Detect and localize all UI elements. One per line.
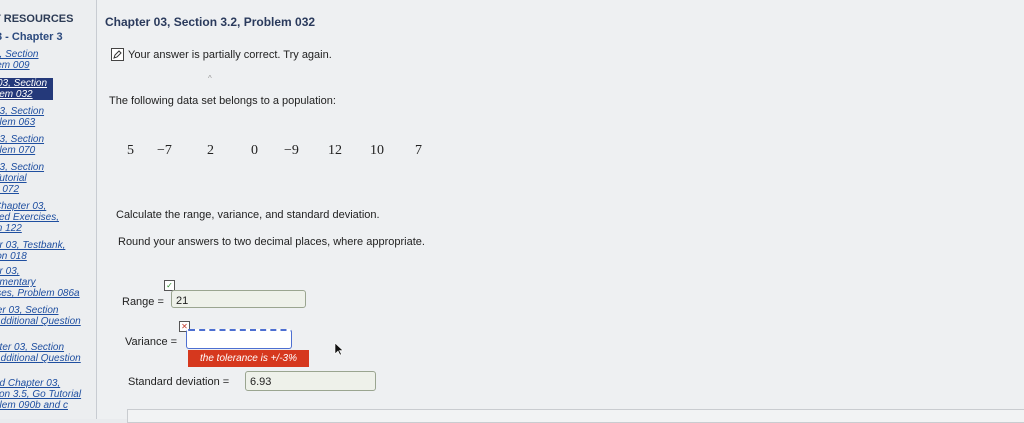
- sidebar-item[interactable]: er 03, ementary ises, Problem 086a: [0, 266, 90, 299]
- answer-status: Your answer is partially correct. Try ag…: [111, 48, 332, 61]
- instruction-round: Round your answers to two decimal places…: [118, 236, 425, 248]
- next-section-box: [127, 409, 1024, 423]
- data-set: 5 −7 2 0 −9 12 10 7: [127, 143, 457, 163]
- sidebar-item[interactable]: er 03, Testbank, ion 018: [0, 240, 90, 262]
- range-input[interactable]: [172, 293, 305, 309]
- sidebar-item[interactable]: ter 03, Section Additional Question: [0, 305, 90, 327]
- data-value: 12: [328, 143, 342, 158]
- data-value: 7: [415, 143, 422, 158]
- variance-label: Variance =: [125, 336, 178, 348]
- mouse-pointer-icon: [334, 342, 344, 361]
- problem-panel: Chapter 03, Section 3.2, Problem 032 You…: [97, 0, 1024, 423]
- std-dev-label: Standard deviation =: [128, 376, 230, 388]
- data-value: 5: [127, 143, 134, 158]
- sidebar-item[interactable]: Chapter 03, ced Exercises, m 122: [0, 201, 90, 234]
- instruction-calculate: Calculate the range, variance, and stand…: [116, 209, 380, 221]
- variance-field[interactable]: [186, 329, 292, 350]
- data-value: 10: [370, 143, 384, 158]
- tolerance-tooltip: the tolerance is +/-3%: [188, 350, 309, 367]
- data-value: −9: [284, 143, 299, 158]
- sidebar-item[interactable]: 03, Section Tutorial n 072: [0, 162, 90, 195]
- sidebar-chapter-link[interactable]: 3 - Chapter 3: [0, 31, 63, 43]
- sidebar-item[interactable]: pter 03, Section Additional Question: [0, 342, 90, 364]
- std-dev-input[interactable]: [246, 373, 375, 391]
- sidebar-item[interactable]: ed Chapter 03, tion 3.5, Go Tutorial ble…: [0, 378, 90, 411]
- data-value: 0: [251, 143, 258, 158]
- problem-title: Chapter 03, Section 3.2, Problem 032: [105, 15, 316, 29]
- range-field[interactable]: [171, 290, 306, 309]
- status-message: Your answer is partially correct. Try ag…: [128, 48, 332, 61]
- range-label: Range =: [122, 296, 164, 308]
- data-value: 2: [207, 143, 214, 158]
- caret-icon: ^: [208, 74, 212, 83]
- problem-intro: The following data set belongs to a popu…: [109, 95, 336, 107]
- variance-input[interactable]: [187, 332, 291, 350]
- sidebar-item[interactable]: 3, Section lem 009: [0, 49, 90, 71]
- std-dev-field[interactable]: [245, 371, 376, 391]
- sidebar-item[interactable]: 03, Section blem 070: [0, 134, 90, 156]
- sidebar-item[interactable]: 03, Section olem 063: [0, 106, 90, 128]
- sidebar-item-current[interactable]: 03, Section lem 032: [0, 78, 53, 100]
- resources-sidebar: T RESOURCES 3 - Chapter 3 3, Section lem…: [0, 0, 97, 419]
- data-value: −7: [157, 143, 172, 158]
- sidebar-heading: T RESOURCES: [0, 13, 74, 25]
- partially-correct-icon: [111, 48, 124, 61]
